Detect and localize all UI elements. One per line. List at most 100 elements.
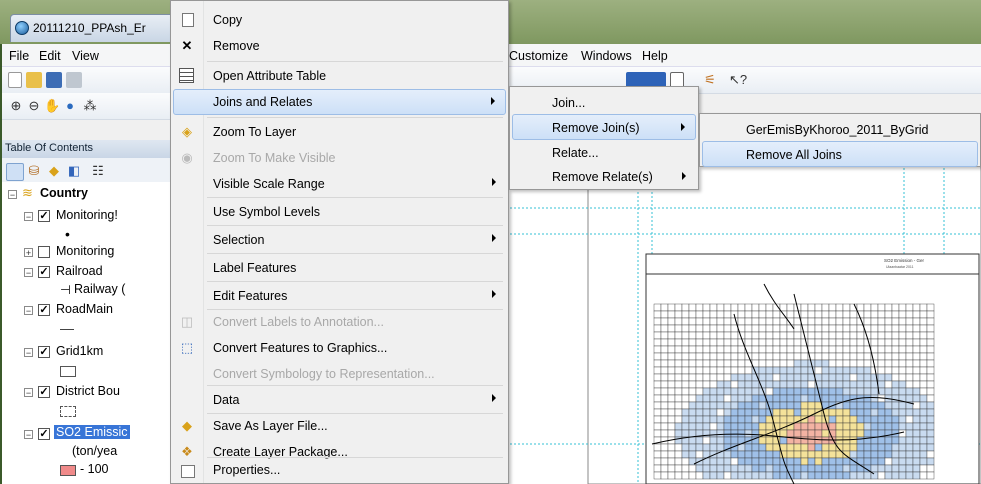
- grid-cell: [695, 394, 704, 403]
- grid-cell: [737, 457, 746, 466]
- collapse-icon[interactable]: −: [24, 430, 33, 440]
- collapse-icon[interactable]: −: [8, 190, 17, 200]
- menu-item-join[interactable]: Join...: [512, 90, 696, 116]
- list-by-visibility-icon[interactable]: ◆: [46, 163, 62, 179]
- open-folder-icon[interactable]: [26, 72, 42, 88]
- toc-dataframe-country[interactable]: Country: [40, 186, 88, 200]
- menu-item-save-as-layer-file[interactable]: ◆ Save As Layer File...: [173, 413, 506, 439]
- menu-item-data[interactable]: Data: [173, 387, 506, 413]
- menu-item-selection[interactable]: Selection: [173, 227, 506, 253]
- menu-item-remove-relates[interactable]: Remove Relate(s): [512, 164, 696, 190]
- fixed-zoom-icon[interactable]: ⁂: [82, 98, 98, 114]
- layer-checkbox[interactable]: ✓: [38, 386, 50, 398]
- grid-cell: [877, 415, 886, 424]
- grid-cell: [842, 373, 851, 382]
- menu-windows[interactable]: Windows: [581, 49, 632, 63]
- grid-cell: [730, 429, 739, 438]
- grid-cell: [702, 387, 711, 396]
- grid-cell: [926, 331, 935, 340]
- list-by-source-icon[interactable]: ⛁: [26, 163, 42, 179]
- grid-cell: [919, 394, 928, 403]
- grid-cell: [716, 422, 725, 431]
- options-icon[interactable]: ☷: [90, 163, 106, 179]
- grid-cell: [737, 352, 746, 361]
- toc-layer-monitoring1[interactable]: Monitoring!: [56, 208, 118, 222]
- menu-help[interactable]: Help: [642, 49, 668, 63]
- grid-cell: [870, 394, 879, 403]
- submenu-arrow-icon: [682, 172, 686, 180]
- grid-cell: [898, 443, 907, 452]
- grid-cell: [926, 324, 935, 333]
- grid-cell: [877, 331, 886, 340]
- collapse-icon[interactable]: −: [24, 268, 33, 278]
- list-by-drawing-order-icon[interactable]: [6, 163, 24, 181]
- collapse-icon[interactable]: −: [24, 348, 33, 358]
- new-document-icon[interactable]: [8, 72, 22, 88]
- grid-cell: [828, 415, 837, 424]
- menu-item-visible-scale-range[interactable]: Visible Scale Range: [173, 171, 506, 197]
- menu-item-convert-features-to-graphics[interactable]: ⬚ Convert Features to Graphics...: [173, 335, 506, 361]
- print-icon[interactable]: [66, 72, 82, 88]
- menu-item-remove-all-joins[interactable]: Remove All Joins: [702, 141, 978, 167]
- collapse-icon[interactable]: −: [24, 212, 33, 222]
- whats-this-icon[interactable]: ↖?: [726, 72, 750, 88]
- grid-cell: [695, 443, 704, 452]
- collapse-icon[interactable]: −: [24, 388, 33, 398]
- grid-cell: [919, 422, 928, 431]
- menu-item-label-features[interactable]: Label Features: [173, 255, 506, 281]
- window-title-tab[interactable]: 20111210_PPAsh_Er: [10, 14, 175, 42]
- grid-cell: [877, 457, 886, 466]
- grid-cell: [758, 436, 767, 445]
- menu-separator: [207, 457, 503, 458]
- grid-cell: [744, 415, 753, 424]
- toc-layer-roadmain[interactable]: RoadMain: [56, 302, 113, 316]
- menu-edit[interactable]: Edit: [39, 49, 61, 63]
- menu-item-relate[interactable]: Relate...: [512, 140, 696, 166]
- grid-cell: [723, 338, 732, 347]
- layer-checkbox[interactable]: ✓: [38, 428, 50, 440]
- collapse-icon[interactable]: −: [24, 306, 33, 316]
- menu-item-remove-join-gerEmis[interactable]: GerEmisByKhoroo_2011_ByGrid: [702, 117, 978, 143]
- menu-item-remove-joins[interactable]: Remove Join(s): [512, 114, 696, 140]
- zoom-in-icon[interactable]: ⊕: [8, 98, 24, 114]
- grid-cell: [891, 450, 900, 459]
- menu-item-zoom-to-layer[interactable]: ◈ Zoom To Layer: [173, 119, 506, 145]
- grid-cell: [730, 366, 739, 375]
- grid-cell: [842, 401, 851, 410]
- list-by-selection-icon[interactable]: ◧: [66, 163, 82, 179]
- menu-customize[interactable]: Customize: [509, 49, 568, 63]
- catalog-icon[interactable]: ⚟: [702, 72, 718, 88]
- toc-layer-district-boundary[interactable]: District Bou: [56, 384, 120, 398]
- grid-cell: [751, 401, 760, 410]
- grid-cell: [730, 394, 739, 403]
- expand-icon[interactable]: +: [24, 248, 33, 258]
- menu-view[interactable]: View: [72, 49, 99, 63]
- full-extent-icon[interactable]: ●: [62, 98, 78, 114]
- grid-cell: [674, 380, 683, 389]
- toc-layer-monitoring2[interactable]: Monitoring: [56, 244, 114, 258]
- grid-cell: [730, 338, 739, 347]
- layer-checkbox[interactable]: ✓: [38, 210, 50, 222]
- zoom-out-icon[interactable]: ⊖: [26, 98, 42, 114]
- menu-item-copy[interactable]: Copy: [173, 7, 506, 33]
- menu-item-use-symbol-levels[interactable]: Use Symbol Levels: [173, 199, 506, 225]
- menu-item-open-attribute-table[interactable]: Open Attribute Table: [173, 63, 506, 89]
- save-icon[interactable]: [46, 72, 62, 88]
- layer-checkbox[interactable]: [38, 246, 50, 258]
- menu-item-joins-and-relates[interactable]: Joins and Relates: [173, 89, 506, 115]
- toc-layer-so2-emission-selected[interactable]: SO2 Emissic: [54, 425, 130, 439]
- grid-cell: [884, 310, 893, 319]
- menu-file[interactable]: File: [9, 49, 29, 63]
- grid-cell: [912, 338, 921, 347]
- grid-cell: [891, 401, 900, 410]
- grid-cell: [905, 450, 914, 459]
- menu-item-edit-features[interactable]: Edit Features: [173, 283, 506, 309]
- toc-layer-grid1km[interactable]: Grid1km: [56, 344, 103, 358]
- menu-item-properties[interactable]: Properties...: [173, 459, 506, 483]
- layer-checkbox[interactable]: ✓: [38, 266, 50, 278]
- pan-icon[interactable]: ✋: [44, 98, 60, 114]
- toc-layer-railroad[interactable]: Railroad: [56, 264, 103, 278]
- layer-checkbox[interactable]: ✓: [38, 346, 50, 358]
- menu-item-remove[interactable]: ✕ Remove: [173, 33, 506, 59]
- layer-checkbox[interactable]: ✓: [38, 304, 50, 316]
